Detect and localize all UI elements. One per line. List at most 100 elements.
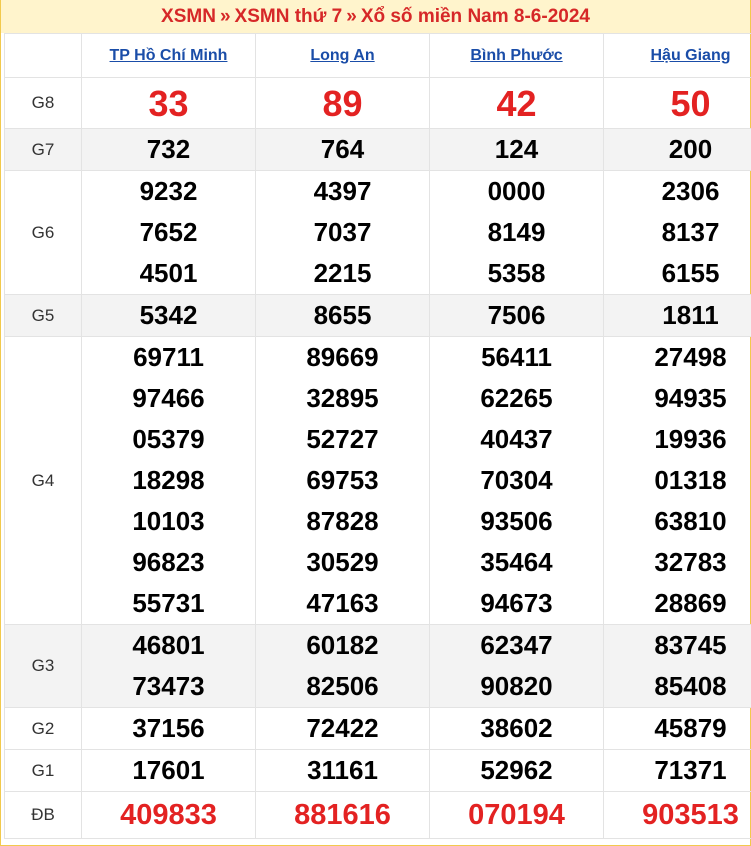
prize-number: 72422 bbox=[306, 713, 379, 743]
prize-cell: 31161 bbox=[255, 749, 430, 792]
prize-number: 732 bbox=[146, 134, 191, 164]
prize-cell: 7506 bbox=[429, 294, 604, 337]
prize-number: 62265 bbox=[480, 383, 553, 413]
prize-cell: 45879 bbox=[603, 707, 751, 750]
prize-number: 50 bbox=[670, 82, 711, 124]
prize-label: G1 bbox=[4, 749, 82, 792]
breadcrumb-link-xsmn[interactable]: XSMN bbox=[161, 6, 216, 27]
province-link[interactable]: Bình Phước bbox=[470, 47, 562, 64]
prize-number: 17601 bbox=[132, 755, 205, 785]
prize-cell: 50 bbox=[603, 77, 751, 129]
prize-cell: 881616 bbox=[255, 791, 430, 839]
prize-number: 35464 bbox=[480, 547, 553, 577]
prize-number: 4501 bbox=[139, 258, 198, 288]
prize-cell: 5342 bbox=[81, 294, 256, 337]
breadcrumb-separator: » bbox=[219, 6, 231, 27]
breadcrumb-link-xsmn-thu7[interactable]: XSMN thứ 7 bbox=[235, 6, 343, 27]
prize-cell: 8655 bbox=[255, 294, 430, 337]
prize-cell: 764 bbox=[255, 128, 430, 171]
prize-number: 93506 bbox=[480, 506, 553, 536]
prize-number: 881616 bbox=[294, 798, 391, 831]
prize-cell: 38602 bbox=[429, 707, 604, 750]
prize-cell: 200 bbox=[603, 128, 751, 171]
prize-cell: 62347 90820 bbox=[429, 624, 604, 708]
prize-number: 70304 bbox=[480, 465, 553, 495]
province-header[interactable]: Hậu Giang bbox=[603, 33, 751, 78]
prize-row-g4: G4 69711 97466 05379 18298 10103 96823 55731 896… bbox=[4, 336, 751, 625]
prize-number: 87828 bbox=[306, 506, 379, 536]
prize-cell: 124 bbox=[429, 128, 604, 171]
prize-number: 200 bbox=[668, 134, 713, 164]
prize-number: 19936 bbox=[654, 424, 727, 454]
prize-number: 8137 bbox=[661, 217, 720, 247]
prize-number: 5342 bbox=[139, 300, 198, 330]
prize-cell: 1811 bbox=[603, 294, 751, 337]
prize-cell: 27498 94935 19936 01318 63810 32783 28869 bbox=[603, 336, 751, 625]
province-link[interactable]: Long An bbox=[310, 47, 374, 64]
breadcrumb: XSMN» XSMN thứ 7» Xổ số miền Nam 8-6-2024 bbox=[1, 0, 750, 33]
prize-number: 10103 bbox=[132, 506, 205, 536]
breadcrumb-link-result-date[interactable]: Xổ số miền Nam 8-6-2024 bbox=[361, 6, 590, 27]
prize-number: 124 bbox=[494, 134, 539, 164]
prize-number: 71371 bbox=[654, 755, 727, 785]
prize-number: 764 bbox=[320, 134, 365, 164]
prize-number: 32783 bbox=[654, 547, 727, 577]
prize-number: 7506 bbox=[487, 300, 546, 330]
prize-number: 070194 bbox=[468, 798, 565, 831]
prize-cell: 72422 bbox=[255, 707, 430, 750]
prize-row-g6: G6 9232 7652 4501 4397 7037 2215 0000 8149 5358 23… bbox=[4, 170, 751, 295]
province-header[interactable]: Long An bbox=[255, 33, 430, 78]
prize-cell: 69711 97466 05379 18298 10103 96823 55731 bbox=[81, 336, 256, 625]
prize-number: 0000 bbox=[487, 176, 546, 206]
prize-number: 89 bbox=[322, 82, 363, 124]
prize-number: 8655 bbox=[313, 300, 372, 330]
prize-number: 9232 bbox=[139, 176, 198, 206]
prize-number: 94935 bbox=[654, 383, 727, 413]
breadcrumb-separator: » bbox=[346, 6, 357, 27]
prize-row-g2: G2 37156 72422 38602 45879 bbox=[4, 707, 751, 750]
prize-row-g7: G7 732 764 124 200 bbox=[4, 128, 751, 171]
province-header[interactable]: Bình Phước bbox=[429, 33, 604, 78]
prize-number: 52727 bbox=[306, 424, 379, 454]
prize-label: G4 bbox=[4, 336, 82, 625]
prize-number: 89669 bbox=[306, 342, 379, 372]
prize-cell: 37156 bbox=[81, 707, 256, 750]
prize-number: 2215 bbox=[313, 258, 372, 288]
prize-number: 55731 bbox=[132, 588, 205, 618]
prize-number: 82506 bbox=[306, 671, 379, 701]
province-link[interactable]: Hậu Giang bbox=[650, 47, 730, 64]
prize-cell: 0000 8149 5358 bbox=[429, 170, 604, 295]
prize-row-g3: G3 46801 73473 60182 82506 62347 90820 83745 854… bbox=[4, 624, 751, 708]
prize-number: 62347 bbox=[480, 630, 553, 660]
prize-number: 52962 bbox=[480, 755, 553, 785]
prize-number: 46801 bbox=[132, 630, 205, 660]
prize-number: 90820 bbox=[480, 671, 553, 701]
prize-label: G8 bbox=[4, 77, 82, 129]
prize-cell: 33 bbox=[81, 77, 256, 129]
province-link[interactable]: TP Hồ Chí Minh bbox=[110, 47, 228, 64]
prize-number: 18298 bbox=[132, 465, 205, 495]
prize-number: 8149 bbox=[487, 217, 546, 247]
prize-row-g5: G5 5342 8655 7506 1811 bbox=[4, 294, 751, 337]
prize-number: 1811 bbox=[662, 300, 719, 330]
prize-number: 63810 bbox=[654, 506, 727, 536]
prize-row-g8: G8 33 89 42 50 bbox=[4, 77, 751, 129]
page: XSMN» XSMN thứ 7» Xổ số miền Nam 8-6-2024 … bbox=[0, 0, 751, 846]
province-header-row: TP Hồ Chí Minh Long An Bình Phước Hậu Gi… bbox=[4, 33, 751, 78]
prize-cell: 070194 bbox=[429, 791, 604, 839]
province-header[interactable]: TP Hồ Chí Minh bbox=[81, 33, 256, 78]
prize-number: 42 bbox=[496, 82, 537, 124]
prize-number: 5358 bbox=[487, 258, 546, 288]
prize-cell: 89 bbox=[255, 77, 430, 129]
prize-number: 83745 bbox=[654, 630, 727, 660]
prize-number: 27498 bbox=[654, 342, 727, 372]
prize-number: 32895 bbox=[306, 383, 379, 413]
prize-number: 2306 bbox=[661, 176, 720, 206]
prize-cell: 83745 85408 bbox=[603, 624, 751, 708]
prize-number: 31161 bbox=[307, 755, 378, 785]
prize-number: 56411 bbox=[481, 342, 552, 372]
prize-cell: 56411 62265 40437 70304 93506 35464 94673 bbox=[429, 336, 604, 625]
prize-label: G7 bbox=[4, 128, 82, 171]
prize-number: 37156 bbox=[132, 713, 205, 743]
prize-number: 97466 bbox=[132, 383, 205, 413]
